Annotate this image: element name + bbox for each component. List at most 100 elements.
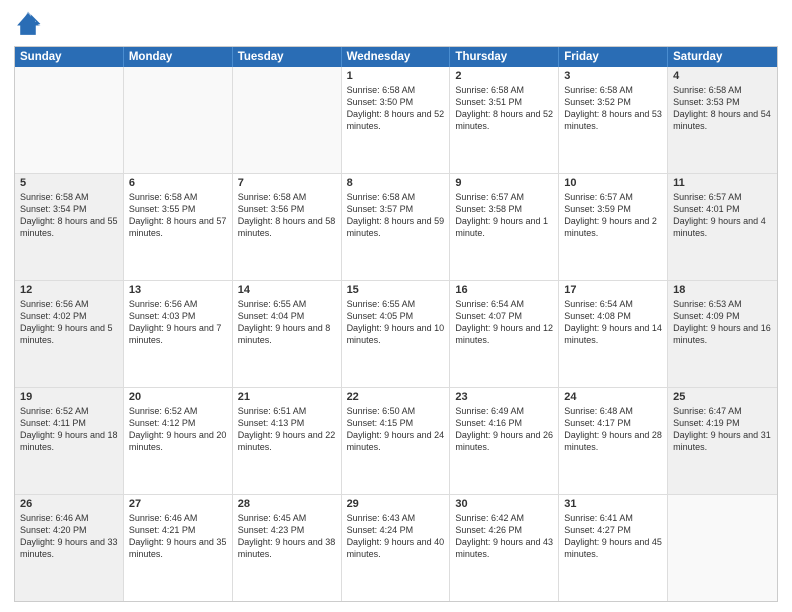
- page: SundayMondayTuesdayWednesdayThursdayFrid…: [0, 0, 792, 612]
- day-number: 5: [20, 177, 118, 189]
- cell-info: Sunrise: 6:58 AM Sunset: 3:50 PM Dayligh…: [347, 84, 445, 133]
- header-cell-thursday: Thursday: [450, 47, 559, 67]
- calendar-cell: 5Sunrise: 6:58 AM Sunset: 3:54 PM Daylig…: [15, 174, 124, 280]
- cell-info: Sunrise: 6:55 AM Sunset: 4:04 PM Dayligh…: [238, 298, 336, 347]
- cell-info: Sunrise: 6:46 AM Sunset: 4:20 PM Dayligh…: [20, 512, 118, 561]
- cell-info: Sunrise: 6:54 AM Sunset: 4:08 PM Dayligh…: [564, 298, 662, 347]
- cell-info: Sunrise: 6:52 AM Sunset: 4:11 PM Dayligh…: [20, 405, 118, 454]
- calendar-cell: 26 Sunrise: 6:46 AM Sunset: 4:20 PM Dayli…: [15, 495, 124, 601]
- day-number: 20: [129, 391, 227, 403]
- calendar-row-0: 1 Sunrise: 6:58 AM Sunset: 3:50 PM Daylig…: [15, 67, 777, 174]
- calendar-cell: [668, 495, 777, 601]
- calendar-cell: 15 Sunrise: 6:55 AM Sunset: 4:05 PM Dayli…: [342, 281, 451, 387]
- calendar-cell: 6 Sunrise: 6:58 AM Sunset: 3:55 PM Daylig…: [124, 174, 233, 280]
- header-cell-friday: Friday: [559, 47, 668, 67]
- header-cell-tuesday: Tuesday: [233, 47, 342, 67]
- day-number: 19: [20, 391, 118, 403]
- calendar-cell: 10 Sunrise: 6:57 AM Sunset: 3:59 PM Dayli…: [559, 174, 668, 280]
- cell-info: Sunrise: 6:48 AM Sunset: 4:17 PM Dayligh…: [564, 405, 662, 454]
- calendar-cell: 11 Sunrise: 6:57 AM Sunset: 4:01 PM Dayli…: [668, 174, 777, 280]
- day-number: 10: [564, 177, 662, 189]
- calendar-cell: 4 Sunrise: 6:58 AM Sunset: 3:53 PM Daylig…: [668, 67, 777, 173]
- cell-info: Sunrise: 6:58 AM Sunset: 3:57 PM Dayligh…: [347, 191, 445, 240]
- day-number: 11: [673, 177, 772, 189]
- cell-info: Sunrise: 6:58 AM Sunset: 3:53 PM Dayligh…: [673, 84, 772, 133]
- calendar-cell: 3 Sunrise: 6:58 AM Sunset: 3:52 PM Daylig…: [559, 67, 668, 173]
- day-number: 8: [347, 177, 445, 189]
- calendar-row-4: 26 Sunrise: 6:46 AM Sunset: 4:20 PM Dayli…: [15, 495, 777, 601]
- cell-info: Sunrise: 6:45 AM Sunset: 4:23 PM Dayligh…: [238, 512, 336, 561]
- day-number: 15: [347, 284, 445, 296]
- cell-info: Sunrise: 6:52 AM Sunset: 4:12 PM Dayligh…: [129, 405, 227, 454]
- calendar-cell: 13 Sunrise: 6:56 AM Sunset: 4:03 PM Dayli…: [124, 281, 233, 387]
- cell-info: Sunrise: 6:57 AM Sunset: 3:58 PM Dayligh…: [455, 191, 553, 240]
- cell-info: Sunrise: 6:46 AM Sunset: 4:21 PM Dayligh…: [129, 512, 227, 561]
- calendar-cell: 2 Sunrise: 6:58 AM Sunset: 3:51 PM Daylig…: [450, 67, 559, 173]
- calendar-cell: 25Sunrise: 6:47 AM Sunset: 4:19 PM Dayli…: [668, 388, 777, 494]
- day-number: 17: [564, 284, 662, 296]
- day-number: 21: [238, 391, 336, 403]
- calendar-cell: 12 Sunrise: 6:56 AM Sunset: 4:02 PM Dayli…: [15, 281, 124, 387]
- day-number: 2: [455, 70, 553, 82]
- calendar-cell: 9 Sunrise: 6:57 AM Sunset: 3:58 PM Daylig…: [450, 174, 559, 280]
- day-number: 26: [20, 498, 118, 510]
- day-number: 9: [455, 177, 553, 189]
- calendar-cell: [124, 67, 233, 173]
- calendar-row-1: 5Sunrise: 6:58 AM Sunset: 3:54 PM Daylig…: [15, 174, 777, 281]
- header-cell-wednesday: Wednesday: [342, 47, 451, 67]
- calendar-body: 1 Sunrise: 6:58 AM Sunset: 3:50 PM Daylig…: [15, 67, 777, 601]
- cell-info: Sunrise: 6:53 AM Sunset: 4:09 PM Dayligh…: [673, 298, 772, 347]
- cell-info: Sunrise: 6:57 AM Sunset: 3:59 PM Dayligh…: [564, 191, 662, 240]
- calendar-cell: [15, 67, 124, 173]
- calendar: SundayMondayTuesdayWednesdayThursdayFrid…: [14, 46, 778, 602]
- calendar-cell: 30 Sunrise: 6:42 AM Sunset: 4:26 PM Dayli…: [450, 495, 559, 601]
- calendar-row-3: 19 Sunrise: 6:52 AM Sunset: 4:11 PM Dayli…: [15, 388, 777, 495]
- day-number: 18: [673, 284, 772, 296]
- calendar-header-row: SundayMondayTuesdayWednesdayThursdayFrid…: [15, 47, 777, 67]
- cell-info: Sunrise: 6:51 AM Sunset: 4:13 PM Dayligh…: [238, 405, 336, 454]
- day-number: 28: [238, 498, 336, 510]
- day-number: 1: [347, 70, 445, 82]
- calendar-cell: 29 Sunrise: 6:43 AM Sunset: 4:24 PM Dayli…: [342, 495, 451, 601]
- calendar-cell: 7 Sunrise: 6:58 AM Sunset: 3:56 PM Daylig…: [233, 174, 342, 280]
- cell-info: Sunrise: 6:47 AM Sunset: 4:19 PM Dayligh…: [673, 405, 772, 454]
- cell-info: Sunrise: 6:41 AM Sunset: 4:27 PM Dayligh…: [564, 512, 662, 561]
- day-number: 6: [129, 177, 227, 189]
- cell-info: Sunrise: 6:58 AM Sunset: 3:51 PM Dayligh…: [455, 84, 553, 133]
- calendar-cell: 24 Sunrise: 6:48 AM Sunset: 4:17 PM Dayli…: [559, 388, 668, 494]
- cell-info: Sunrise: 6:58 AM Sunset: 3:55 PM Dayligh…: [129, 191, 227, 240]
- cell-info: Sunrise: 6:56 AM Sunset: 4:02 PM Dayligh…: [20, 298, 118, 347]
- day-number: 29: [347, 498, 445, 510]
- cell-info: Sunrise: 6:49 AM Sunset: 4:16 PM Dayligh…: [455, 405, 553, 454]
- header-cell-sunday: Sunday: [15, 47, 124, 67]
- day-number: 30: [455, 498, 553, 510]
- cell-info: Sunrise: 6:58 AM Sunset: 3:52 PM Dayligh…: [564, 84, 662, 133]
- calendar-cell: 27 Sunrise: 6:46 AM Sunset: 4:21 PM Dayli…: [124, 495, 233, 601]
- day-number: 23: [455, 391, 553, 403]
- day-number: 22: [347, 391, 445, 403]
- calendar-cell: 22 Sunrise: 6:50 AM Sunset: 4:15 PM Dayli…: [342, 388, 451, 494]
- day-number: 7: [238, 177, 336, 189]
- calendar-cell: 1 Sunrise: 6:58 AM Sunset: 3:50 PM Daylig…: [342, 67, 451, 173]
- calendar-cell: 31Sunrise: 6:41 AM Sunset: 4:27 PM Dayli…: [559, 495, 668, 601]
- cell-info: Sunrise: 6:55 AM Sunset: 4:05 PM Dayligh…: [347, 298, 445, 347]
- day-number: 12: [20, 284, 118, 296]
- cell-info: Sunrise: 6:42 AM Sunset: 4:26 PM Dayligh…: [455, 512, 553, 561]
- cell-info: Sunrise: 6:57 AM Sunset: 4:01 PM Dayligh…: [673, 191, 772, 240]
- day-number: 16: [455, 284, 553, 296]
- header-cell-saturday: Saturday: [668, 47, 777, 67]
- day-number: 3: [564, 70, 662, 82]
- day-number: 14: [238, 284, 336, 296]
- cell-info: Sunrise: 6:50 AM Sunset: 4:15 PM Dayligh…: [347, 405, 445, 454]
- day-number: 4: [673, 70, 772, 82]
- cell-info: Sunrise: 6:58 AM Sunset: 3:56 PM Dayligh…: [238, 191, 336, 240]
- calendar-cell: 28 Sunrise: 6:45 AM Sunset: 4:23 PM Dayli…: [233, 495, 342, 601]
- calendar-cell: 18 Sunrise: 6:53 AM Sunset: 4:09 PM Dayli…: [668, 281, 777, 387]
- logo: [14, 10, 46, 38]
- cell-info: Sunrise: 6:43 AM Sunset: 4:24 PM Dayligh…: [347, 512, 445, 561]
- day-number: 24: [564, 391, 662, 403]
- day-number: 27: [129, 498, 227, 510]
- calendar-cell: 8 Sunrise: 6:58 AM Sunset: 3:57 PM Daylig…: [342, 174, 451, 280]
- cell-info: Sunrise: 6:56 AM Sunset: 4:03 PM Dayligh…: [129, 298, 227, 347]
- day-number: 13: [129, 284, 227, 296]
